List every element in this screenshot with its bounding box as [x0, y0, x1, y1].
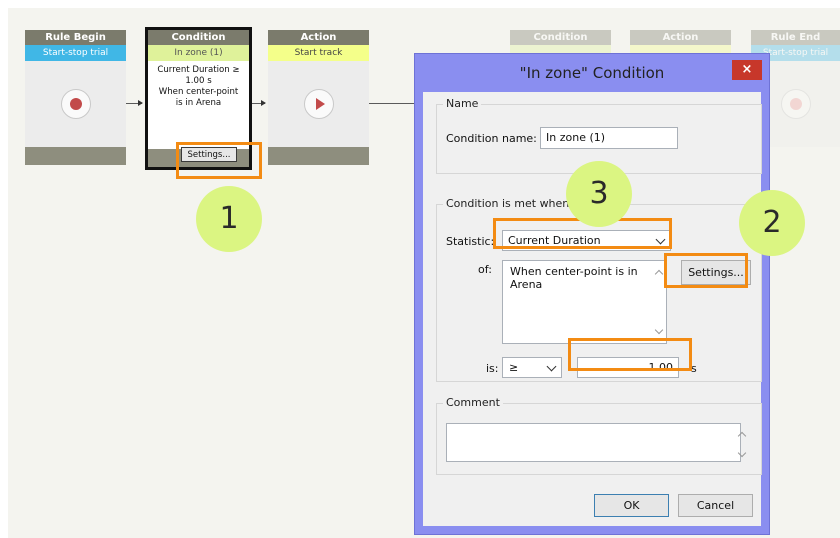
condition-group-legend: Condition is met when:	[443, 197, 576, 210]
record-icon	[781, 89, 811, 119]
callout-badge: 3	[566, 161, 632, 227]
highlight-box	[664, 253, 748, 288]
condition-summary: Current Duration ≥ 1.00 s When center-po…	[157, 65, 240, 108]
block-body	[268, 61, 369, 147]
block-subtitle: Start-stop trial	[25, 45, 126, 61]
connector-arrow	[138, 100, 143, 106]
rule-begin-block[interactable]: Rule Begin Start-stop trial	[25, 30, 126, 165]
block-footer	[268, 147, 369, 165]
cancel-button[interactable]: Cancel	[678, 494, 753, 517]
comment-group: Comment	[436, 396, 762, 475]
connector-arrow	[261, 100, 266, 106]
action-block[interactable]: Action Start track	[268, 30, 369, 165]
block-header: Action	[268, 30, 369, 45]
of-label: of:	[478, 263, 492, 276]
condition-name-label: Condition name:	[446, 132, 537, 145]
block-header: Condition	[510, 30, 611, 45]
comment-group-legend: Comment	[443, 396, 503, 409]
scroll-down-icon[interactable]	[654, 325, 664, 335]
condition-dialog: "In zone" Condition × Name Condition nam…	[414, 53, 770, 535]
close-button[interactable]: ×	[732, 60, 762, 80]
condition-name-field[interactable]: In zone (1)	[540, 127, 678, 149]
block-subtitle: In zone (1)	[148, 45, 249, 61]
block-header: Condition	[148, 30, 249, 45]
highlight-box	[176, 142, 262, 179]
scroll-up-icon[interactable]	[654, 269, 664, 279]
ok-button[interactable]: OK	[594, 494, 669, 517]
comment-field[interactable]	[446, 423, 741, 462]
chevron-down-icon	[546, 361, 557, 371]
statistic-label: Statistic:	[446, 235, 495, 248]
dialog-title: "In zone" Condition	[519, 64, 665, 82]
record-icon	[60, 89, 91, 119]
connector-line	[369, 103, 414, 104]
callout-badge: 1	[196, 186, 262, 252]
play-icon	[303, 89, 334, 119]
block-header: Action	[630, 30, 731, 45]
block-header: Rule Begin	[25, 30, 126, 45]
block-footer	[25, 147, 126, 165]
block-subtitle: Start track	[268, 45, 369, 61]
block-header: Rule End	[751, 30, 840, 45]
block-body	[25, 61, 126, 147]
name-group-legend: Name	[443, 97, 482, 110]
of-textarea: When center-point is in Arena	[502, 260, 667, 344]
callout-badge: 2	[739, 190, 805, 256]
dialog-client: Name Condition name: In zone (1) Conditi…	[423, 92, 762, 526]
operator-select[interactable]: ≥	[502, 357, 562, 378]
is-label: is:	[486, 362, 499, 375]
highlight-box	[568, 338, 692, 371]
block-body: Current Duration ≥ 1.00 s When center-po…	[148, 61, 249, 149]
